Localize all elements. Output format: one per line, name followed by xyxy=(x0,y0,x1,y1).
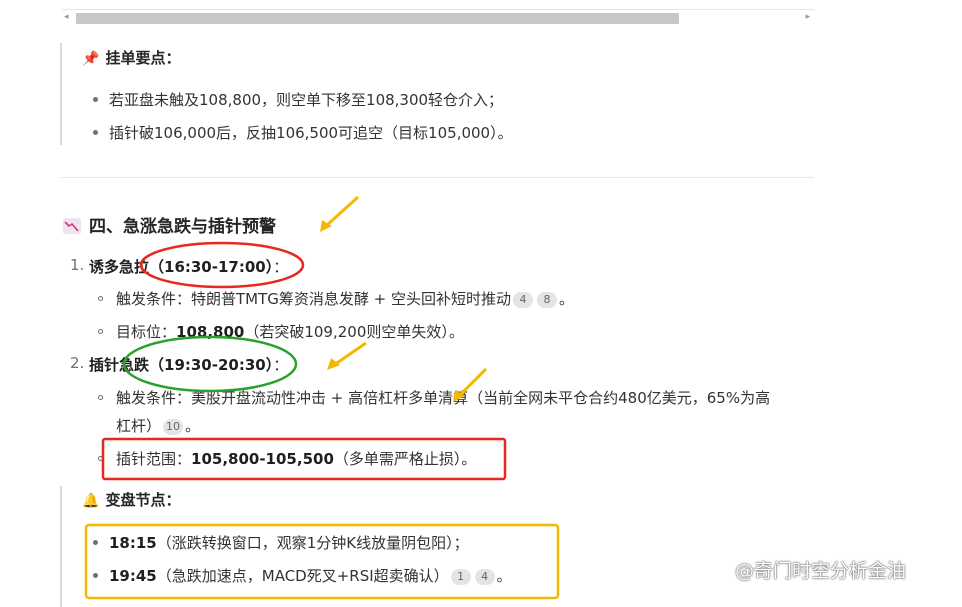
scroll-right-icon[interactable]: ▸ xyxy=(805,12,810,22)
list-item: 若亚盘未触及108,800，则空单下移至108,300轻仓介入； xyxy=(109,91,504,109)
section-title: 四、急涨急跌与插针预警 xyxy=(89,217,276,237)
list-item: 19:45（急跌加速点，MACD死叉+RSI超卖确认） 1 4。 xyxy=(109,565,512,586)
citation-badge[interactable]: 4 xyxy=(474,569,495,585)
list-item: 触发条件：特朗普TMTG筹资消息发酵 + 空头回补短时推动 4 8。 xyxy=(116,288,574,309)
watermark: @奇门时空分析金油 xyxy=(735,560,907,582)
list-item: 18:15（涨跌转换窗口，观察1分钟K线放量阴包阳）； xyxy=(109,532,469,553)
item-prefix: 目标位： xyxy=(116,323,177,341)
list-item: 触发条件：美股开盘流动性冲击 + 高倍杠杆多单清算（当前全网未平仓合约480亿美… xyxy=(116,389,771,407)
arrow-annotation-2 xyxy=(327,341,367,370)
list-item: 插针范围：105,800-105,500（多单需严格止损）。 xyxy=(116,448,476,469)
bullet-icon xyxy=(98,329,103,334)
list-item-continuation: 杠杆） 10。 xyxy=(116,415,200,436)
bullet-icon xyxy=(98,296,103,301)
citation-badge[interactable]: 1 xyxy=(450,569,471,585)
section-heading: 四、急涨急跌与插针预警 xyxy=(63,212,276,237)
item-label: 插针急跌（19:30-20:30） xyxy=(89,356,274,374)
item-suffix: ： xyxy=(273,258,289,276)
bell-icon: 🔔 xyxy=(82,493,100,509)
bullet-icon xyxy=(93,573,98,578)
item-suffix: ： xyxy=(273,356,289,374)
list-item: 插针破106,000后，反抽106,500可追空（目标105,000）。 xyxy=(109,124,513,142)
item-text: （多单需严格止损）。 xyxy=(333,450,477,468)
list-number: 1. xyxy=(70,256,85,274)
bullet-icon xyxy=(93,540,98,545)
citation-badge[interactable]: 4 xyxy=(513,292,533,308)
item-label: 诱多急拉（16:30-17:00） xyxy=(89,258,274,276)
blockquote-turning-points: 🔔 变盘节点： 18:15（涨跌转换窗口，观察1分钟K线放量阴包阳）； 19:45… xyxy=(60,486,762,607)
item-tail: 。 xyxy=(496,567,512,585)
pushpin-icon: 📌 xyxy=(82,51,100,67)
citation-badge[interactable]: 10 xyxy=(163,419,184,435)
quote-title-text: 变盘节点： xyxy=(105,491,181,509)
quote-title: 📌 挂单要点： xyxy=(82,47,180,68)
item-text: 触发条件：特朗普TMTG筹资消息发酵 + 空头回补短时推动 xyxy=(116,290,511,308)
bullet-icon xyxy=(98,456,103,461)
scroll-thumb[interactable] xyxy=(76,13,679,24)
item-bold: 19:45 xyxy=(109,567,157,585)
scroll-left-icon[interactable]: ◂ xyxy=(64,12,69,22)
item-text: 杠杆） xyxy=(116,417,162,435)
item-text: （涨跌转换窗口，观察1分钟K线放量阴包阳）； xyxy=(156,534,469,552)
item-prefix: 插针范围： xyxy=(116,450,192,468)
blockquote-order-tips: 📌 挂单要点： 若亚盘未触及108,800，则空单下移至108,300轻仓介入； … xyxy=(60,43,762,145)
item-tail: 。 xyxy=(185,417,201,435)
list-number: 2. xyxy=(70,354,85,372)
horizontal-scrollbar[interactable]: ◂ ▸ xyxy=(62,9,814,30)
chart-down-icon xyxy=(63,218,81,234)
item-bold: 105,800-105,500 xyxy=(191,450,334,468)
bullet-icon xyxy=(93,97,98,102)
item-text: （若突破109,200则空单失效）。 xyxy=(244,323,464,341)
item-bold: 108,800 xyxy=(176,323,245,341)
list-item-heading: 诱多急拉（16:30-17:00）： xyxy=(89,256,288,277)
list-item-heading: 插针急跌（19:30-20:30）： xyxy=(89,354,288,375)
bullet-icon xyxy=(93,130,98,135)
arrow-annotation-1 xyxy=(320,195,360,232)
quote-title: 🔔 变盘节点： xyxy=(82,489,180,510)
item-bold: 18:15 xyxy=(109,534,157,552)
item-text: （急跌加速点，MACD死叉+RSI超卖确认） xyxy=(156,567,449,585)
list-item: 目标位：108,800（若突破109,200则空单失效）。 xyxy=(116,321,464,342)
bullet-icon xyxy=(98,395,103,400)
citation-badge[interactable]: 8 xyxy=(537,292,557,308)
quote-title-text: 挂单要点： xyxy=(105,49,181,67)
divider xyxy=(60,177,814,178)
item-tail: 。 xyxy=(559,290,575,308)
